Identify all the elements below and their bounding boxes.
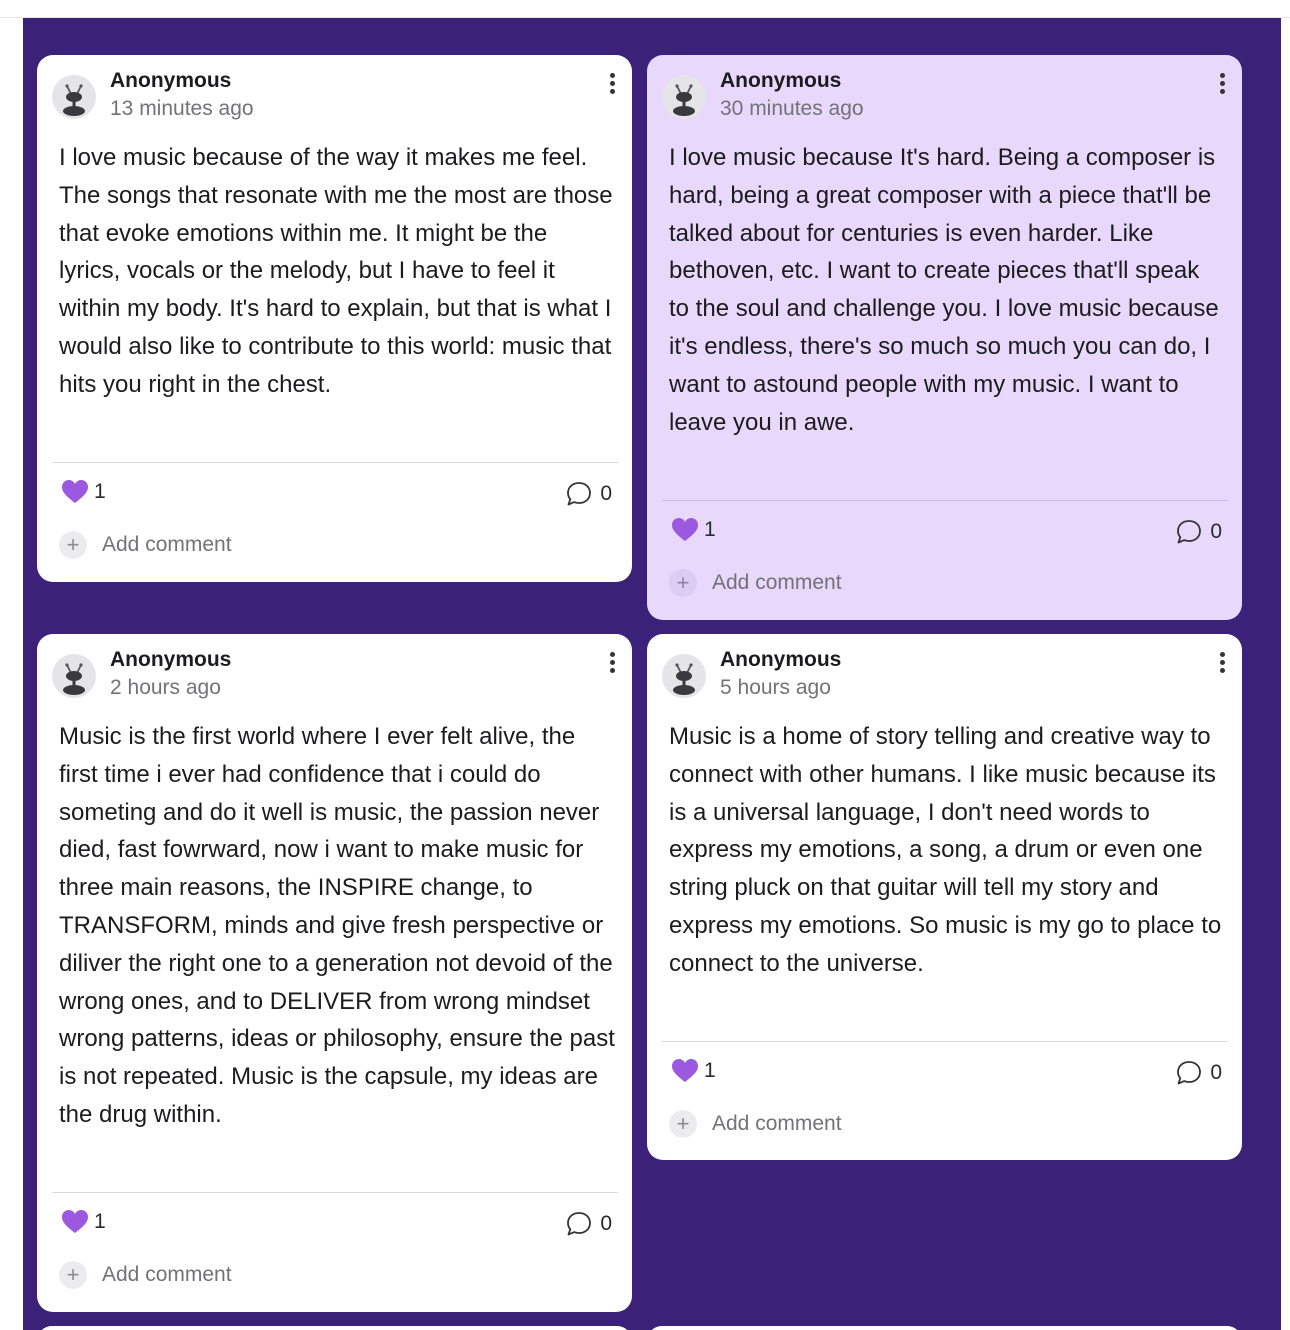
post-body: Music is the first world where I ever fe… xyxy=(59,723,615,1128)
add-comment-label: Add comment xyxy=(712,571,842,594)
kebab-menu-icon[interactable] xyxy=(606,71,618,99)
speech-bubble-icon xyxy=(1177,520,1202,544)
post-body: Music is a home of story telling and cre… xyxy=(669,723,1222,977)
top-bar xyxy=(0,0,1290,18)
post-author: Anonymous xyxy=(720,648,842,671)
heart-icon xyxy=(672,1059,698,1082)
post-timestamp: 30 minutes ago xyxy=(720,97,864,120)
add-comment-label: Add comment xyxy=(712,1112,842,1135)
speech-bubble-icon xyxy=(567,482,592,506)
heart-icon xyxy=(62,1210,88,1233)
kebab-menu-icon[interactable] xyxy=(606,650,618,678)
add-comment-button[interactable]: + Add comment xyxy=(59,1260,232,1290)
comment-count: 0 xyxy=(600,1212,612,1235)
divider xyxy=(662,1041,1228,1042)
ant-avatar-icon xyxy=(52,654,96,698)
comment-count: 0 xyxy=(1210,1061,1222,1084)
kebab-menu-icon[interactable] xyxy=(1216,71,1228,99)
comment-count-button[interactable]: 0 xyxy=(566,1209,612,1239)
post-card: Anonymous 2 hours ago Music is the first… xyxy=(37,634,632,1312)
add-comment-label: Add comment xyxy=(102,1263,232,1286)
like-count: 1 xyxy=(704,518,716,541)
ant-avatar-icon xyxy=(52,75,96,119)
plus-icon: + xyxy=(59,1261,87,1289)
padlet-board: Anonymous 13 minutes ago I love music be… xyxy=(23,18,1281,1330)
post-timestamp: 13 minutes ago xyxy=(110,97,254,120)
comment-count: 0 xyxy=(600,482,612,505)
post-card-partial xyxy=(37,1326,632,1330)
add-comment-label: Add comment xyxy=(102,533,232,556)
post-body: I love music because of the way it makes… xyxy=(59,144,613,398)
kebab-menu-icon[interactable] xyxy=(1216,650,1228,678)
post-card: Anonymous 5 hours ago Music is a home of… xyxy=(647,634,1242,1160)
like-button[interactable]: 1 xyxy=(671,1056,716,1086)
speech-bubble-icon xyxy=(1177,1061,1202,1085)
comment-count: 0 xyxy=(1210,520,1222,543)
post-author: Anonymous xyxy=(720,69,842,92)
like-button[interactable]: 1 xyxy=(61,1207,106,1237)
like-count: 1 xyxy=(94,1210,106,1233)
post-card: Anonymous 30 minutes ago I love music be… xyxy=(647,55,1242,620)
heart-icon xyxy=(672,518,698,541)
post-card: Anonymous 13 minutes ago I love music be… xyxy=(37,55,632,582)
post-author: Anonymous xyxy=(110,648,232,671)
add-comment-button[interactable]: + Add comment xyxy=(59,530,232,560)
divider xyxy=(52,462,618,463)
like-count: 1 xyxy=(704,1059,716,1082)
post-card-partial xyxy=(647,1326,1242,1330)
divider xyxy=(52,1192,618,1193)
post-author: Anonymous xyxy=(110,69,232,92)
speech-bubble-icon xyxy=(567,1212,592,1236)
comment-count-button[interactable]: 0 xyxy=(1176,1058,1222,1088)
divider xyxy=(662,500,1228,501)
like-count: 1 xyxy=(94,480,106,503)
comment-count-button[interactable]: 0 xyxy=(566,479,612,509)
comment-count-button[interactable]: 0 xyxy=(1176,517,1222,547)
post-body: I love music because It's hard. Being a … xyxy=(669,144,1219,436)
plus-icon: + xyxy=(669,1110,697,1138)
post-timestamp: 5 hours ago xyxy=(720,676,831,699)
add-comment-button[interactable]: + Add comment xyxy=(669,568,842,598)
ant-avatar-icon xyxy=(662,75,706,119)
ant-avatar-icon xyxy=(662,654,706,698)
post-timestamp: 2 hours ago xyxy=(110,676,221,699)
plus-icon: + xyxy=(669,569,697,597)
add-comment-button[interactable]: + Add comment xyxy=(669,1109,842,1139)
heart-icon xyxy=(62,480,88,503)
like-button[interactable]: 1 xyxy=(671,515,716,545)
plus-icon: + xyxy=(59,531,87,559)
like-button[interactable]: 1 xyxy=(61,477,106,507)
